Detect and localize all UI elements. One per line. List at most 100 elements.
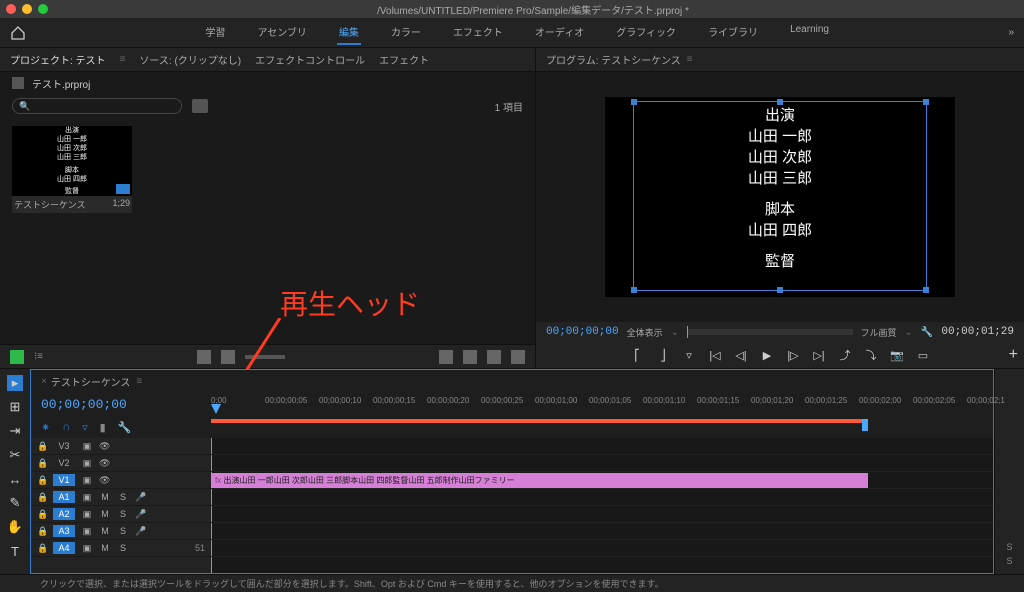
hint-bar: クリックで選択、または選択ツールをドラッグして囲んだ部分を選択します。Shift… [0,574,1024,592]
sequence-thumbnail[interactable]: 出演 山田 一郎 山田 次郎 山田 三郎 脚本 山田 四郎 監督 テストシーケン… [12,126,132,213]
razor-tool-icon[interactable]: ✂ [7,447,23,463]
thumb-duration: 1;29 [112,198,130,211]
preview-render-bar [211,419,868,423]
home-icon[interactable] [10,25,26,41]
workspace-audio[interactable]: オーディオ [533,20,586,45]
search-input[interactable]: 🔍 [12,98,182,114]
window-minimize-icon[interactable] [22,4,32,14]
project-toolbar: ⁝≡ [0,344,535,368]
track-a3[interactable]: 🔒A3▣MS🎤 [31,523,211,540]
quality-dropdown[interactable]: フル画質 [861,326,897,339]
icon-view-icon[interactable] [221,350,235,364]
program-panel-header: プログラム: テストシーケンス ≡ [536,48,1024,72]
play-icon[interactable]: ▶ [760,348,774,362]
step-back-icon[interactable]: ◁| [734,348,748,362]
fit-dropdown[interactable]: 全体表示 [627,326,663,339]
hand-tool-icon[interactable]: ✋ [7,519,23,535]
program-title: プログラム: テストシーケンス [546,52,681,67]
workspace-bar: 学習 アセンブリ 編集 カラー エフェクト オーディオ グラフィック ライブラリ… [0,18,1024,48]
workspace-library[interactable]: ライブラリ [706,20,760,45]
ruler-tick: 00;00;02;1 [967,396,1005,405]
wrench-icon[interactable]: 🔧 [921,327,933,338]
wrench-tl-icon[interactable]: 🔧 [118,421,132,434]
bin-icon[interactable] [192,99,208,113]
ruler-tick: 00;00;00;20 [427,396,469,405]
workspace-overflow-icon[interactable]: » [1008,27,1014,38]
workspace-graphics[interactable]: グラフィック [614,20,678,45]
ripple-tool-icon[interactable]: ⇥ [7,423,23,439]
sequence-tab[interactable]: テストシーケンス [51,374,131,389]
tab-effects[interactable]: エフェクト [379,52,429,67]
mark-in-icon[interactable]: ⎡ [630,348,644,362]
mark-out-icon[interactable]: ⎦ [656,348,670,362]
track-headers: 🔒V3▣👁 🔒V2▣👁 🔒V1▣👁 🔒A1▣MS🎤 🔒A2▣MS🎤 🔒A3▣MS… [31,438,211,573]
track-lanes[interactable]: fx 出演山田 一郎山田 次郎山田 三郎脚本山田 四郎監督山田 五郎制作山田ファ… [211,438,993,573]
list-view-icon[interactable] [197,350,211,364]
ruler-tick: 00;00;01;00 [535,396,577,405]
extract-icon[interactable]: ⤵ [864,348,878,362]
new-item-icon[interactable] [10,350,24,364]
type-tool-icon[interactable]: T [7,543,23,559]
tab-project[interactable]: プロジェクト: テスト [10,52,106,67]
program-scrubber[interactable] [687,329,852,335]
selection-box[interactable] [633,101,927,291]
playhead-icon[interactable] [211,404,221,414]
workspace-assembly[interactable]: アセンブリ [255,20,309,45]
track-a1[interactable]: 🔒A1▣MS🎤 [31,489,211,506]
program-tc-in[interactable]: 00;00;00;00 [546,326,619,338]
workspace-edit[interactable]: 編集 [337,20,361,45]
track-a4[interactable]: 🔒A4▣MS51 [31,540,211,557]
slip-tool-icon[interactable]: ↔ [7,471,23,487]
window-close-icon[interactable] [6,4,16,14]
marker-icon[interactable]: ▿ [682,348,696,362]
thumb-name: テストシーケンス [14,198,86,211]
settings-icon[interactable]: ▮ [100,421,106,434]
ruler-tick: 00;00;01;25 [805,396,847,405]
step-fwd-icon[interactable]: |▷ [786,348,800,362]
window-zoom-icon[interactable] [38,4,48,14]
workspace-effects[interactable]: エフェクト [451,20,505,45]
lift-icon[interactable]: ⤴ [838,348,852,362]
track-v3[interactable]: 🔒V3▣👁 [31,438,211,455]
find-icon[interactable] [463,350,477,364]
ruler-tick: 00;00;01;05 [589,396,631,405]
go-in-icon[interactable]: |◁ [708,348,722,362]
snap-icon[interactable]: ⁕ [41,421,50,434]
timeline-tc[interactable]: 00;00;00;00 [41,397,127,412]
track-v2[interactable]: 🔒V2▣👁 [31,455,211,472]
marker-add-icon[interactable]: ▿ [82,421,88,434]
title-clip[interactable]: fx 出演山田 一郎山田 次郎山田 三郎脚本山田 四郎監督山田 五郎制作山田ファ… [211,473,868,488]
sequence-badge-icon [116,184,130,194]
project-icon [12,77,24,89]
hint-text: クリックで選択、または選択ツールをドラッグして囲んだ部分を選択します。Shift… [40,577,664,590]
project-filename: テスト.prproj [32,76,90,91]
trash-icon[interactable] [511,350,525,364]
export-frame-icon[interactable]: 📷 [890,348,904,362]
source-panel-tabs: プロジェクト: テスト ≡ ソース: (クリップなし) エフェクトコントロール … [0,48,535,72]
project-bin-area[interactable]: 出演 山田 一郎 山田 次郎 山田 三郎 脚本 山田 四郎 監督 テストシーケン… [0,118,535,344]
go-out-icon[interactable]: ▷| [812,348,826,362]
linked-sel-icon[interactable]: ∩ [62,421,70,433]
pen-tool-icon[interactable]: ✎ [7,495,23,511]
ruler-tick: 0;00 [211,396,227,405]
tab-source[interactable]: ソース: (クリップなし) [139,52,241,67]
selection-tool-icon[interactable]: ▸ [7,375,23,391]
workspace-color[interactable]: カラー [389,20,423,45]
button-editor-icon[interactable]: + [1009,346,1018,364]
track-select-tool-icon[interactable]: ⊞ [7,399,23,415]
program-tc-out: 00;00;01;29 [941,326,1014,338]
workspace-learn[interactable]: 学習 [203,20,227,45]
project-file-row: テスト.prproj [0,72,535,94]
timeline-ruler[interactable]: 0;0000;00;00;0500;00;00;1000;00;00;1500;… [211,392,993,416]
new-bin-icon[interactable] [439,350,453,364]
window-titlebar: /Volumes/UNTITLED/Premiere Pro/Sample/編集… [0,0,1024,18]
tab-effect-controls[interactable]: エフェクトコントロール [255,52,365,67]
folder-icon[interactable] [487,350,501,364]
track-v1[interactable]: 🔒V1▣👁 [31,472,211,489]
track-a2[interactable]: 🔒A2▣MS🎤 [31,506,211,523]
work-area-end[interactable] [862,419,868,431]
ruler-tick: 00;00;00;25 [481,396,523,405]
workspace-learning[interactable]: Learning [788,20,831,45]
program-monitor[interactable]: 出演 山田 一郎 山田 次郎 山田 三郎 脚本 山田 四郎 監督 [536,72,1024,322]
compare-icon[interactable]: ▭ [916,348,930,362]
